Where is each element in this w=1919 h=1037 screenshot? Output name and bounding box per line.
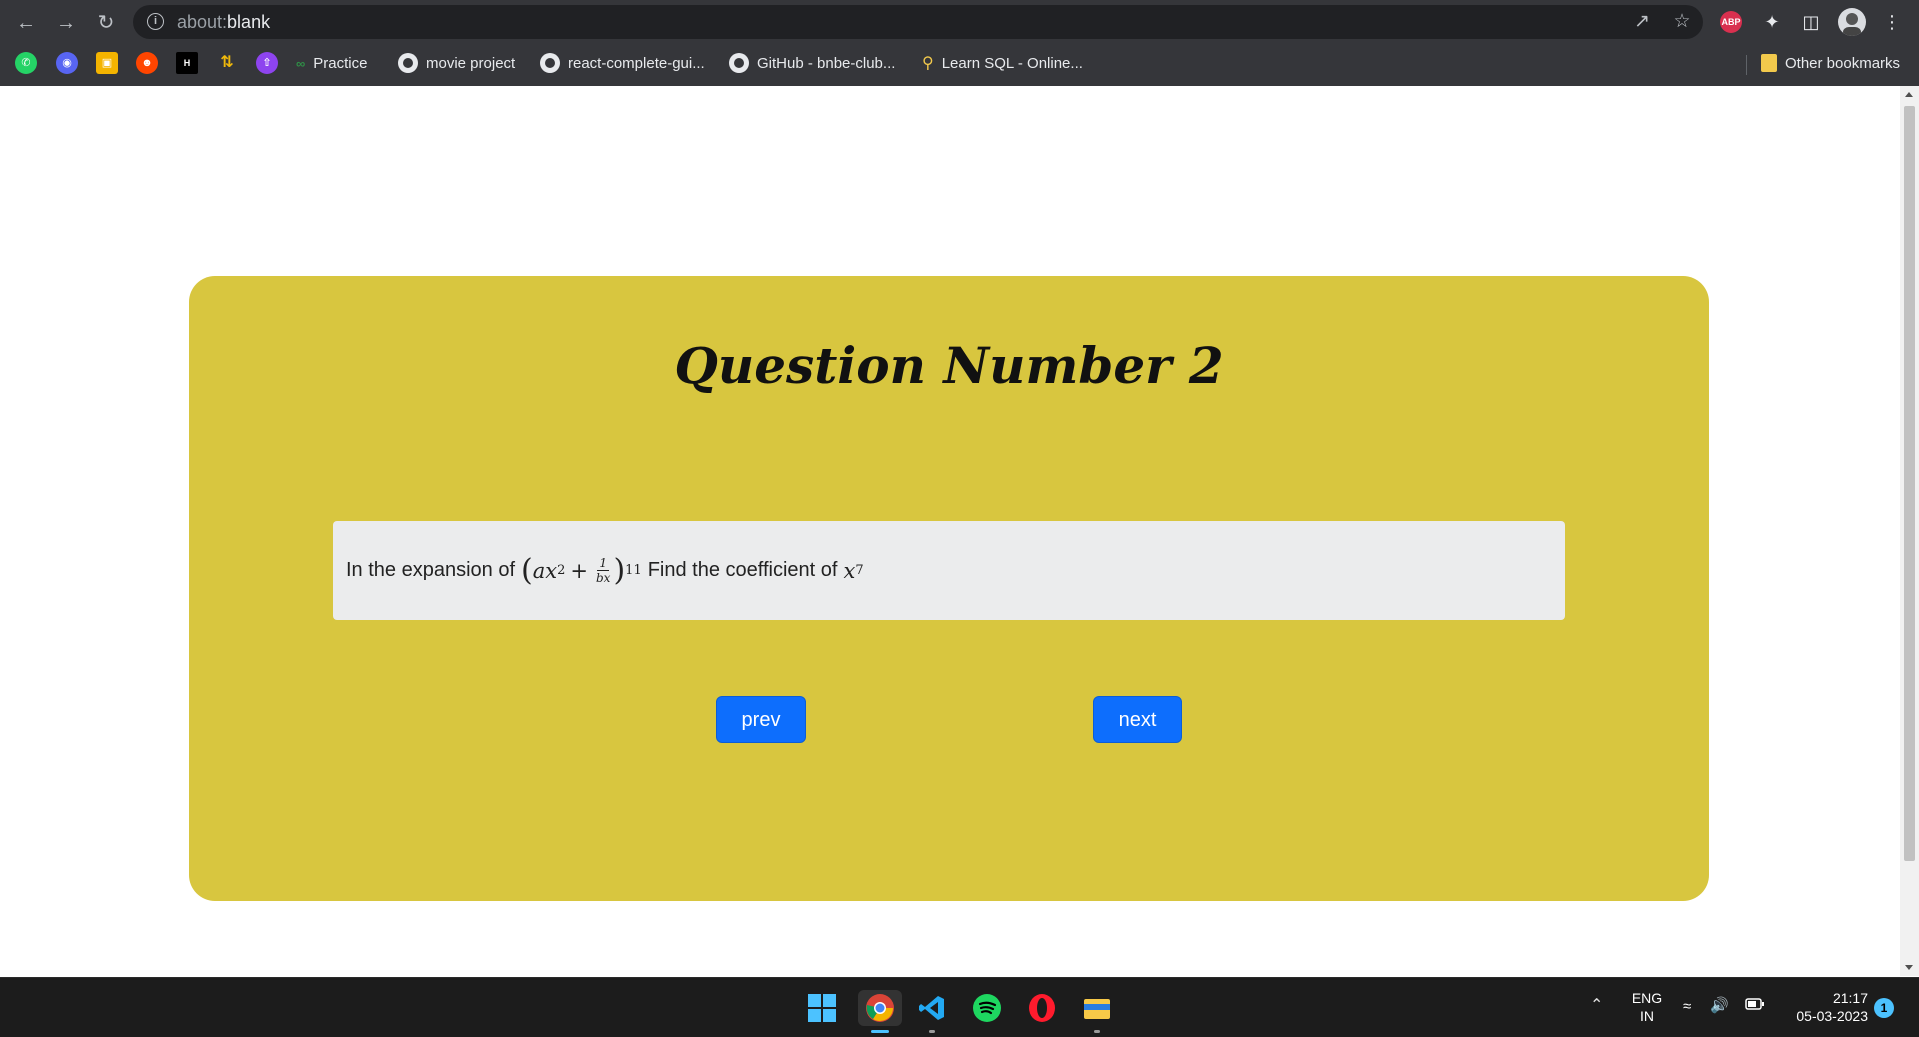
clock[interactable]: 21:17 05-03-2023 [1778, 989, 1868, 1025]
notification-badge[interactable]: 1 [1874, 998, 1894, 1018]
scroll-thumb[interactable] [1904, 106, 1915, 861]
share-icon[interactable]: ↗ [1631, 11, 1653, 33]
next-button[interactable]: next [1093, 696, 1182, 743]
other-bookmarks[interactable]: Other bookmarks [1761, 50, 1900, 76]
back-arrow-icon[interactable]: ← [13, 10, 39, 36]
spotify-taskbar-icon[interactable] [969, 990, 1005, 1026]
question-text-after: Find the coefficient of [647, 559, 838, 581]
scroll-up-arrow-icon[interactable] [1905, 92, 1913, 97]
math-target: x7 [843, 559, 863, 583]
question-text-before: In the expansion of [346, 559, 516, 581]
question-title: Question Number 2 [674, 336, 1224, 395]
menu-kebab-icon[interactable]: ⋮ [1879, 9, 1905, 35]
extensions-puzzle-icon[interactable]: ✦ [1759, 9, 1785, 35]
url-text[interactable]: about:blank [177, 12, 270, 33]
bookmark-star-icon[interactable]: ☆ [1671, 11, 1693, 33]
reddit-icon[interactable]: ☻ [136, 52, 158, 74]
pin-icon: ⚲ [922, 55, 934, 72]
bookmark-label: Practice [313, 54, 368, 72]
region-code: IN [1640, 1008, 1654, 1024]
upload-icon[interactable]: ⇧ [256, 52, 278, 74]
site-info-icon[interactable]: i [147, 13, 164, 30]
photos-icon[interactable]: ▣ [96, 52, 118, 74]
hackerrank-icon[interactable]: H [176, 52, 198, 74]
clock-date: 05-03-2023 [1796, 1008, 1868, 1024]
bookmark-label: react-complete-gui... [568, 54, 705, 72]
math-fraction: 1 bx [596, 556, 610, 585]
file-explorer-taskbar-icon[interactable] [1079, 990, 1115, 1033]
bookmark-github-bnbe[interactable]: GitHub - bnbe-club... [729, 50, 895, 76]
question-card: Question Number 2 In the expansion of ( … [189, 276, 1709, 901]
math-expression: ( ax 2 + 1 bx ) 11 [521, 552, 642, 588]
bookmark-label: movie project [426, 54, 516, 72]
chrome-taskbar-icon[interactable] [858, 990, 902, 1033]
discord-icon[interactable]: ◉ [56, 52, 78, 74]
language-code: ENG [1631, 990, 1663, 1006]
prev-button[interactable]: prev [716, 696, 806, 743]
question-text-box: In the expansion of ( ax 2 + 1 bx ) 11 Fin… [333, 521, 1565, 620]
volume-icon[interactable]: 🔊 [1710, 997, 1729, 1015]
math-power-outer: 11 [625, 563, 642, 578]
math-base: ax [532, 558, 558, 583]
math-target-power: 7 [855, 563, 864, 578]
forward-arrow-icon[interactable]: → [53, 10, 79, 36]
wifi-icon[interactable]: ≈ [1683, 998, 1691, 1016]
bookmark-react-complete[interactable]: react-complete-gui... [540, 50, 705, 76]
bookmarks-divider [1746, 55, 1747, 75]
github-icon [540, 53, 560, 73]
side-panel-icon[interactable]: ◫ [1798, 9, 1824, 35]
math-target-var: x [843, 558, 856, 583]
adblock-plus-icon[interactable]: ABP [1720, 11, 1742, 33]
opera-taskbar-icon[interactable] [1024, 990, 1060, 1026]
language-indicator[interactable]: ENG IN [1627, 989, 1667, 1025]
scroll-down-arrow-icon[interactable] [1905, 965, 1913, 970]
github-icon [729, 53, 749, 73]
chevron-up-icon[interactable]: ⌃ [1590, 997, 1603, 1015]
clock-time: 21:17 [1832, 990, 1868, 1006]
page-scrollbar[interactable] [1900, 86, 1919, 976]
bookmark-label: Learn SQL - Online... [941, 54, 1083, 72]
bookmark-learn-sql[interactable]: ⚲ Learn SQL - Online... [922, 50, 1083, 76]
profile-avatar[interactable] [1838, 8, 1866, 36]
math-frac-numerator: 1 [597, 556, 610, 571]
whatsapp-icon[interactable]: ✆ [15, 52, 37, 74]
math-open-paren: ( [521, 552, 533, 588]
math-plus: + [570, 558, 588, 583]
bookmark-practice[interactable]: ∞ Practice [296, 50, 367, 76]
github-icon [398, 53, 418, 73]
vscode-taskbar-icon[interactable] [914, 990, 950, 1033]
folder-icon [1761, 54, 1777, 72]
math-close-paren: ) [613, 552, 626, 588]
exchange-icon[interactable]: ⇅ [216, 52, 238, 74]
math-frac-denominator: bx [596, 571, 611, 585]
battery-icon[interactable] [1745, 997, 1765, 1015]
windows-taskbar: ⌃ ENG IN ≈ 🔊 21:17 05-03-2023 1 [0, 977, 1919, 1037]
windows-start-icon[interactable] [804, 990, 840, 1026]
bookmark-movie-project[interactable]: movie project [398, 50, 515, 76]
geeksforgeeks-icon: ∞ [296, 55, 306, 71]
bookmark-label: GitHub - bnbe-club... [757, 54, 896, 72]
browser-toolbar: ← → ↻ i about:blank ↗ ☆ ABP ✦ ◫ ⋮ [0, 0, 1919, 45]
math-power-inner: 2 [557, 563, 566, 578]
other-bookmarks-label: Other bookmarks [1785, 54, 1901, 72]
address-bar[interactable]: i about:blank ↗ ☆ [133, 5, 1703, 39]
reload-icon[interactable]: ↻ [93, 10, 119, 36]
